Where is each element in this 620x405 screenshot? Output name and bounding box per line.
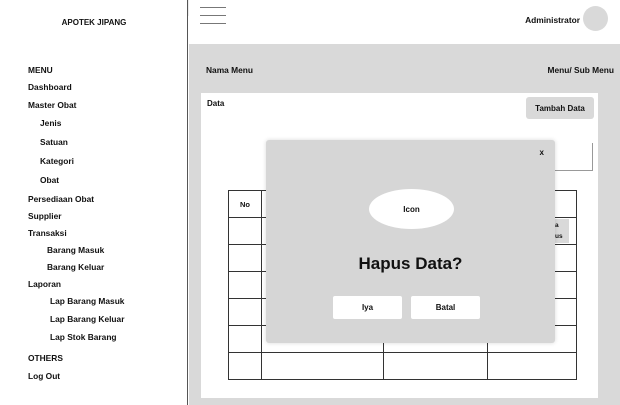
hamburger-menu-icon[interactable] (200, 7, 226, 31)
sidebar-item-barang-keluar[interactable]: Barang Keluar (47, 262, 104, 272)
sidebar-item-persediaan-obat[interactable]: Persediaan Obat (28, 194, 94, 204)
sidebar-item-kategori[interactable]: Kategori (40, 156, 74, 166)
topbar: Administrator (189, 0, 620, 44)
card-title: Data (207, 99, 225, 108)
sidebar-item-lap-stok-barang[interactable]: Lap Stok Barang (50, 332, 117, 342)
add-data-button[interactable]: Tambah Data (526, 97, 594, 119)
partial-action-label: a (555, 222, 559, 229)
confirm-button[interactable]: Iya (333, 296, 402, 319)
sidebar-item-obat[interactable]: Obat (40, 175, 59, 185)
app-brand: APOTEK JIPANG (61, 17, 127, 27)
sidebar-item-log-out[interactable]: Log Out (28, 371, 60, 381)
sidebar-item-satuan[interactable]: Satuan (40, 137, 68, 147)
sidebar-item-master-obat[interactable]: Master Obat (28, 100, 76, 110)
sidebar-section-menu: MENU (28, 65, 53, 75)
dialog-icon-placeholder: Icon (369, 189, 454, 229)
user-name[interactable]: Administrator (525, 15, 580, 25)
delete-confirm-dialog: x Icon Hapus Data? Iya Batal (266, 140, 555, 343)
sidebar-item-jenis[interactable]: Jenis (40, 118, 61, 128)
partial-action-button[interactable]: a us (555, 219, 569, 243)
partial-action-label: us (555, 233, 563, 240)
avatar[interactable] (583, 6, 608, 31)
close-icon[interactable]: x (540, 148, 544, 157)
cancel-button[interactable]: Batal (411, 296, 480, 319)
sidebar-item-barang-masuk[interactable]: Barang Masuk (47, 245, 104, 255)
table-row (228, 352, 577, 380)
table-header-no: No (228, 190, 262, 218)
sidebar-item-transaksi[interactable]: Transaksi (28, 228, 67, 238)
page-title: Nama Menu (206, 65, 254, 75)
sidebar-section-others: OTHERS (28, 353, 63, 363)
sidebar-item-lap-barang-keluar[interactable]: Lap Barang Keluar (50, 314, 124, 324)
sidebar-item-lap-barang-masuk[interactable]: Lap Barang Masuk (50, 296, 124, 306)
sidebar-item-supplier[interactable]: Supplier (28, 211, 62, 221)
sidebar-item-laporan[interactable]: Laporan (28, 279, 61, 289)
sidebar-item-dashboard[interactable]: Dashboard (28, 82, 72, 92)
sidebar: APOTEK JIPANG MENU Dashboard Master Obat… (0, 0, 188, 405)
breadcrumb: Menu/ Sub Menu (547, 65, 614, 75)
dialog-title: Hapus Data? (358, 254, 463, 273)
